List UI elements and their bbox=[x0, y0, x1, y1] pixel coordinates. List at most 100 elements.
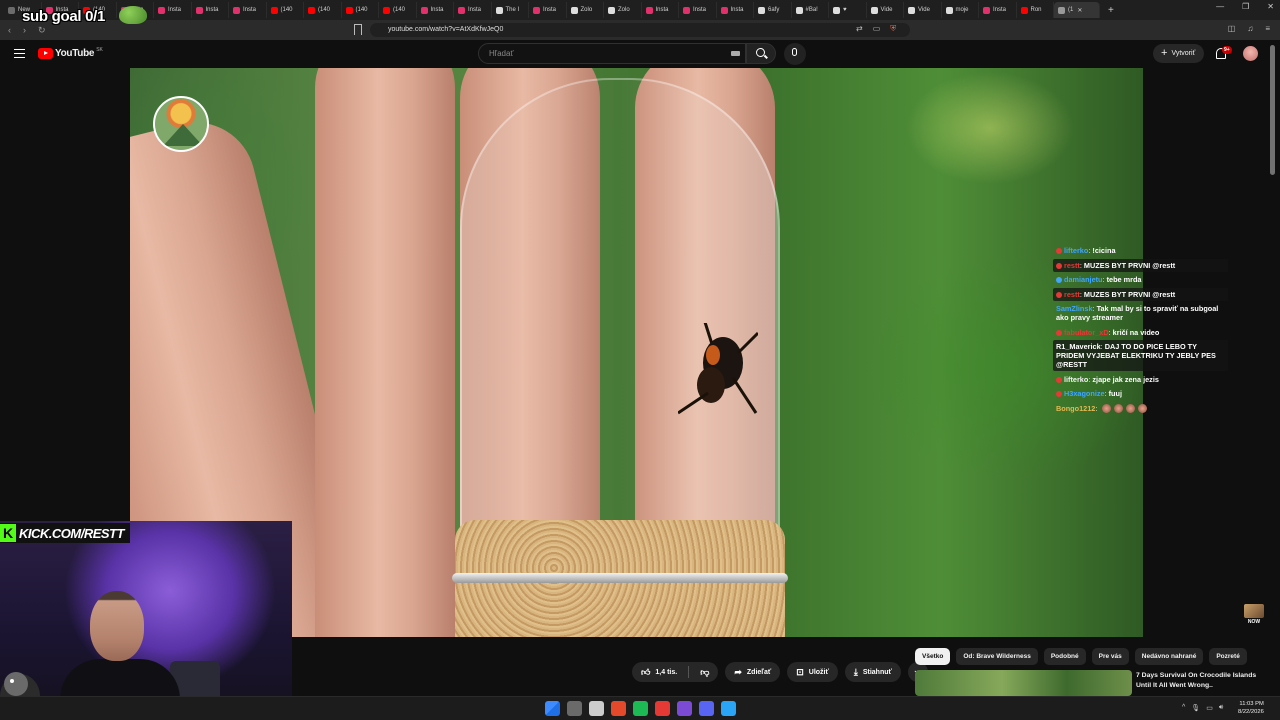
recommended-video-thumbnail[interactable] bbox=[915, 670, 1132, 696]
browser-tab[interactable]: ♥ bbox=[829, 2, 867, 18]
taskbar-app-icon[interactable] bbox=[633, 701, 648, 716]
like-button[interactable]: 👍︎ 1,4 tis. 👎︎ bbox=[632, 662, 719, 682]
chat-username[interactable]: restt bbox=[1064, 261, 1080, 270]
volume-icon[interactable]: 🔊︎ bbox=[1219, 704, 1223, 712]
browser-tab[interactable]: Insta bbox=[154, 2, 192, 18]
browser-tab[interactable]: Insta bbox=[229, 2, 267, 18]
chat-username[interactable]: SamZlinsk bbox=[1056, 304, 1093, 313]
face-emote-icon bbox=[1114, 403, 1124, 413]
browser-tab[interactable]: Insta bbox=[417, 2, 454, 18]
back-icon[interactable]: ‹ bbox=[8, 25, 11, 36]
subscribe-now-label: NOW bbox=[1247, 619, 1261, 625]
youtube-logo[interactable]: YouTube SK bbox=[38, 47, 103, 59]
taskbar-app-icon[interactable] bbox=[677, 701, 692, 716]
browser-tab[interactable]: #Ba! bbox=[792, 2, 829, 18]
keyboard-icon[interactable] bbox=[731, 51, 740, 56]
url-field[interactable]: youtube.com/watch?v=AtXdKfwJeQ0 bbox=[370, 23, 910, 37]
translate-icon[interactable]: ⇄ bbox=[856, 24, 863, 34]
chat-text: MUZES BYT PRVNI @restt bbox=[1083, 260, 1176, 270]
filter-chip[interactable]: Pozreté bbox=[1209, 648, 1247, 665]
chat-username[interactable]: H3xagonize bbox=[1064, 389, 1105, 398]
chat-message: H3xagonize: fuuj bbox=[1053, 387, 1228, 400]
taskbar-app-icon[interactable] bbox=[589, 701, 604, 716]
browser-tab[interactable]: 6afy bbox=[754, 2, 792, 18]
chevron-up-icon[interactable]: ^ bbox=[1182, 704, 1185, 712]
search-button[interactable] bbox=[746, 43, 776, 64]
filter-chip[interactable]: Od: Brave Wilderness bbox=[956, 648, 1038, 665]
reload-icon[interactable]: ↻ bbox=[38, 25, 46, 36]
avatar[interactable] bbox=[1243, 46, 1258, 61]
search-input[interactable]: Hľadať bbox=[478, 43, 746, 64]
filter-chip[interactable]: Nedávno nahrané bbox=[1134, 648, 1204, 665]
tab-favicon-icon bbox=[383, 6, 390, 14]
subscribe-now-overlay[interactable]: NOW bbox=[1243, 604, 1265, 628]
filter-chip[interactable]: Podobné bbox=[1043, 648, 1086, 665]
channel-watermark-icon[interactable] bbox=[153, 96, 209, 152]
close-tab-icon[interactable]: ✕ bbox=[1077, 7, 1082, 14]
download-button[interactable]: ⤓ Stiahnuť bbox=[844, 662, 901, 682]
browser-tab[interactable]: Insta bbox=[454, 2, 492, 18]
sidebar-icon[interactable]: ◫ bbox=[1228, 24, 1236, 33]
maximize-icon[interactable]: ❐ bbox=[1242, 2, 1249, 11]
browser-tab[interactable]: Zolo bbox=[604, 2, 642, 18]
browser-tab[interactable]: Zolo bbox=[567, 2, 604, 18]
bookmark-icon[interactable] bbox=[354, 24, 362, 35]
microphone-tray-icon[interactable]: 🎙︎ bbox=[1191, 704, 1200, 712]
browser-tab[interactable]: Vide bbox=[904, 2, 942, 18]
page-scrollbar[interactable] bbox=[1270, 45, 1275, 175]
network-icon[interactable]: ▭ bbox=[1206, 704, 1213, 712]
new-tab-button[interactable]: + bbox=[1108, 5, 1114, 16]
filter-chip[interactable]: Všetko bbox=[915, 648, 951, 665]
hamburger-menu-icon[interactable] bbox=[14, 49, 25, 58]
windows-taskbar: ^ 🎙︎ ▭ 🔊︎ 11:03 PM 8/22/2026 bbox=[0, 696, 1280, 720]
frog-emote-icon bbox=[119, 6, 147, 24]
chat-username[interactable]: lifterko bbox=[1064, 246, 1088, 255]
chat-username[interactable]: lifterko bbox=[1064, 375, 1088, 384]
system-clock[interactable]: 11:03 PM 8/22/2026 bbox=[1238, 700, 1264, 716]
browser-tab[interactable]: (140 bbox=[304, 2, 342, 18]
browser-tab[interactable]: Insta bbox=[717, 2, 754, 18]
taskbar-app-icon[interactable] bbox=[545, 701, 560, 716]
chat-username[interactable]: Bongo1212 bbox=[1056, 404, 1095, 413]
chat-username[interactable]: fabulator_xD bbox=[1064, 328, 1109, 337]
screen-icon[interactable]: ▭ bbox=[873, 24, 881, 34]
taskbar-app-icon[interactable] bbox=[721, 701, 736, 716]
forward-icon[interactable]: › bbox=[23, 25, 26, 36]
tab-label: Insta bbox=[730, 7, 744, 13]
browser-tab[interactable]: Vide bbox=[867, 2, 904, 18]
browser-tab[interactable]: Insta bbox=[192, 2, 229, 18]
browser-tab[interactable]: Insta bbox=[642, 2, 679, 18]
taskbar-app-icon[interactable] bbox=[611, 701, 626, 716]
chat-username[interactable]: restt bbox=[1064, 290, 1080, 299]
minimize-icon[interactable]: — bbox=[1216, 2, 1224, 11]
recommended-video-title[interactable]: 7 Days Survival On Crocodile Islands Unt… bbox=[1136, 671, 1266, 691]
browser-tab-active[interactable]: (1 ✕ bbox=[1054, 2, 1100, 18]
chat-username[interactable]: R1_Maverick bbox=[1056, 342, 1101, 351]
cork-ring bbox=[452, 573, 788, 583]
taskbar-app-icon[interactable] bbox=[699, 701, 714, 716]
media-icon[interactable]: ♫ bbox=[1247, 24, 1253, 33]
voice-search-button[interactable] bbox=[784, 43, 806, 65]
taskbar-app-icon[interactable] bbox=[655, 701, 670, 716]
browser-tab[interactable]: (140 bbox=[342, 2, 379, 18]
chat-username[interactable]: damianjetu bbox=[1064, 275, 1103, 284]
browser-tab[interactable]: The I bbox=[492, 2, 529, 18]
tab-favicon-icon bbox=[908, 6, 915, 14]
share-button[interactable]: ➦ Zdieľať bbox=[725, 662, 781, 682]
browser-tab[interactable]: Insta bbox=[529, 2, 567, 18]
create-button[interactable]: + Vytvoriť bbox=[1153, 44, 1205, 63]
close-window-icon[interactable]: ✕ bbox=[1267, 2, 1274, 11]
browser-tab[interactable]: (140 bbox=[379, 2, 417, 18]
browser-tab[interactable]: Insta bbox=[979, 2, 1017, 18]
taskbar-app-icon[interactable] bbox=[567, 701, 582, 716]
browser-tab[interactable]: Ron bbox=[1017, 2, 1054, 18]
browser-tab[interactable]: moje bbox=[942, 2, 979, 18]
browser-tab[interactable]: (140 bbox=[267, 2, 304, 18]
browser-tab[interactable]: Insta bbox=[679, 2, 717, 18]
menu-icon[interactable]: ≡ bbox=[1265, 24, 1270, 33]
save-button[interactable]: ⊡ Uložiť bbox=[787, 662, 838, 682]
filter-chip[interactable]: Pre vás bbox=[1091, 648, 1129, 665]
sub-goal-overlay: sub goal 0/1 bbox=[22, 8, 106, 25]
thumbs-down-icon[interactable]: 👎︎ bbox=[700, 667, 709, 678]
shield-icon[interactable]: ⛨ bbox=[890, 24, 896, 34]
